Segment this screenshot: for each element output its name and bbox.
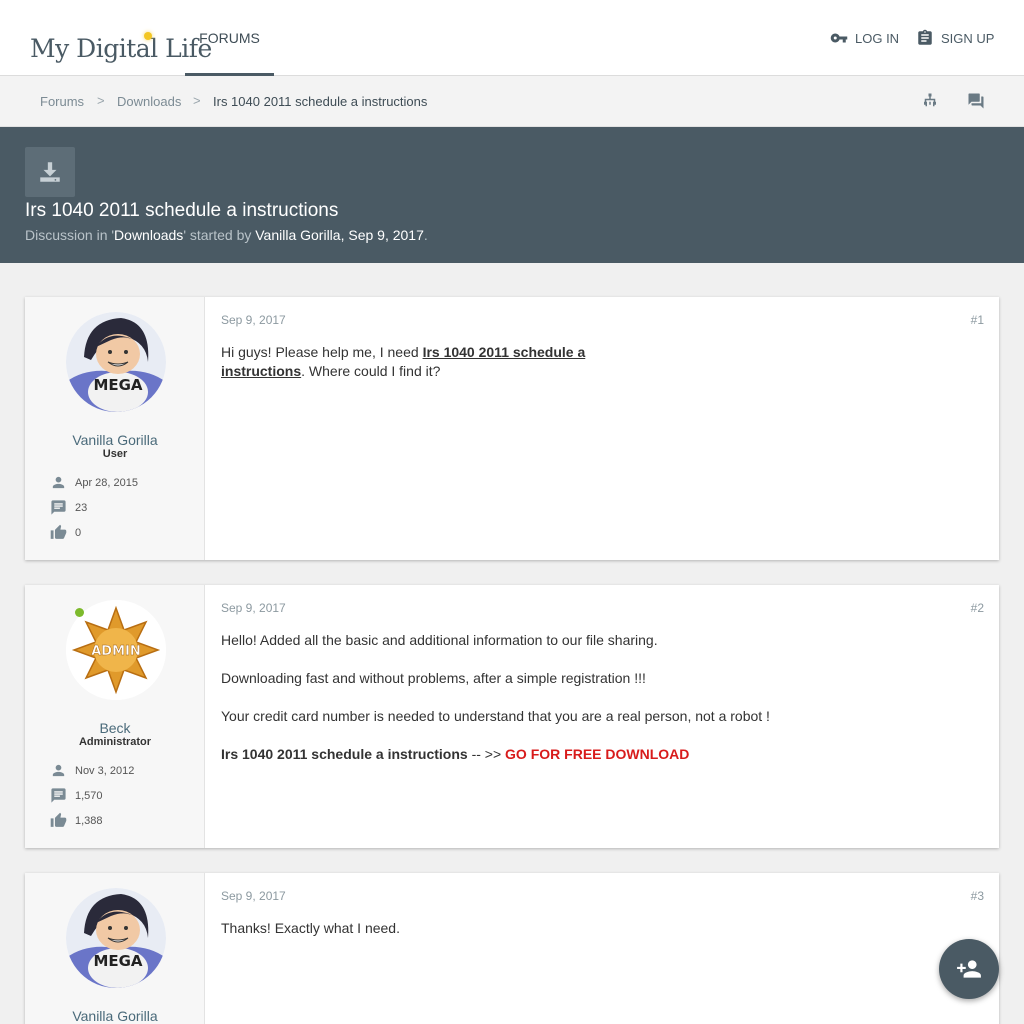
message-count: 23: [75, 501, 88, 514]
thread-header: Irs 1040 2011 schedule a instructions Di…: [0, 127, 1024, 263]
site-header: My Digital Life FORUMS LOG IN SIGN UP: [0, 0, 1024, 76]
post-user-panel: ADMIN Beck Administrator Nov 3, 2012 1,5…: [25, 585, 205, 848]
thumbs-up-icon: [50, 812, 67, 827]
stat-joined: Apr 28, 2015: [50, 474, 138, 491]
breadcrumb-downloads[interactable]: Downloads: [117, 94, 181, 109]
breadcrumb-current[interactable]: Irs 1040 2011 schedule a instructions: [213, 94, 427, 109]
like-count: 0: [75, 526, 82, 539]
chevron-right-icon: >: [193, 93, 201, 108]
meta-author-link[interactable]: Vanilla Gorilla: [255, 227, 340, 243]
post-body: Sep 9, 2017 #1 Hi guys! Please help me, …: [205, 297, 999, 560]
tab-forums[interactable]: FORUMS: [185, 0, 274, 76]
like-count: 1,388: [75, 814, 103, 827]
chat-icon[interactable]: [967, 92, 985, 110]
svg-text:MEGA: MEGA: [93, 376, 142, 394]
breadcrumb-forums[interactable]: Forums: [40, 94, 84, 109]
person-icon: [52, 476, 65, 489]
meta-date: , Sep 9, 2017: [340, 227, 424, 243]
download-icon: [40, 162, 60, 182]
stat-joined: Nov 3, 2012: [50, 762, 134, 779]
message-count: 1,570: [75, 789, 103, 802]
post-number[interactable]: #3: [971, 889, 984, 903]
breadcrumb: Forums > Downloads > Irs 1040 2011 sched…: [0, 76, 1024, 127]
thread-title: Irs 1040 2011 schedule a instructions: [25, 200, 339, 221]
admin-badge-text: ADMIN: [91, 644, 141, 659]
joined-date: Nov 3, 2012: [75, 764, 135, 777]
post-user-panel: MEGA Vanilla Gorilla User Apr 28, 2015 2…: [25, 297, 205, 560]
post-message: Hello! Added all the basic and additiona…: [221, 631, 921, 783]
user-avatar-image: MEGA: [66, 312, 166, 412]
meta-text: Discussion in ': [25, 227, 115, 243]
joined-date: Apr 28, 2015: [75, 476, 138, 489]
thumbs-up-icon: [50, 524, 67, 539]
post-user-panel: MEGA Vanilla Gorilla: [25, 873, 205, 1024]
username[interactable]: Beck: [25, 720, 205, 736]
online-status-dot: [75, 608, 84, 617]
user-title: Administrator: [78, 736, 152, 748]
post-body: Sep 9, 2017 #3 Thanks! Exactly what I ne…: [205, 873, 999, 1024]
stat-likes: 0: [50, 524, 81, 541]
message-icon: [51, 500, 66, 515]
avatar[interactable]: MEGA: [66, 312, 166, 412]
person-icon: [52, 764, 65, 777]
message-text: Hi guys! Please help me, I need: [221, 344, 423, 360]
signup-label: SIGN UP: [941, 30, 995, 46]
key-icon: [830, 33, 848, 43]
login-label: LOG IN: [855, 30, 900, 46]
avatar[interactable]: MEGA: [66, 888, 166, 988]
message-paragraph: Hello! Added all the basic and additiona…: [221, 632, 658, 648]
post-date[interactable]: Sep 9, 2017: [221, 889, 286, 903]
svg-text:MEGA: MEGA: [93, 952, 142, 970]
sitemap-icon[interactable]: [921, 92, 939, 110]
user-title: User: [102, 448, 128, 460]
register-fab-button[interactable]: [939, 939, 999, 999]
post-date[interactable]: Sep 9, 2017: [221, 313, 286, 327]
download-link[interactable]: GO FOR FREE DOWNLOAD: [505, 746, 689, 762]
post-body: Sep 9, 2017 #2 Hello! Added all the basi…: [205, 585, 999, 848]
stat-messages: 1,570: [50, 787, 103, 804]
meta-forum-link[interactable]: Downloads: [114, 227, 183, 243]
post-message: Thanks! Exactly what I need.: [221, 920, 400, 936]
stat-likes: 1,388: [50, 812, 103, 829]
post-date[interactable]: Sep 9, 2017: [221, 601, 286, 615]
message-icon: [51, 788, 66, 803]
post-number[interactable]: #1: [971, 313, 984, 327]
meta-text: ' started by: [183, 227, 256, 243]
thread-badge: [25, 147, 75, 197]
login-button[interactable]: LOG IN: [830, 29, 899, 47]
post-message: Hi guys! Please help me, I need Irs 1040…: [221, 343, 611, 381]
post-2: ADMIN Beck Administrator Nov 3, 2012 1,5…: [25, 585, 999, 848]
signup-button[interactable]: SIGN UP: [916, 29, 994, 47]
thread-meta: Discussion in 'Downloads' started by Van…: [25, 227, 428, 243]
message-text: . Where could I find it?: [301, 363, 441, 379]
chevron-right-icon: >: [97, 93, 105, 108]
post-1: MEGA Vanilla Gorilla User Apr 28, 2015 2…: [25, 297, 999, 560]
post-3: MEGA Vanilla Gorilla Sep 9, 2017 #3 Than…: [25, 873, 999, 1024]
meta-text: .: [423, 227, 428, 243]
download-line: Irs 1040 2011 schedule a instructions --…: [221, 745, 921, 764]
bold-title: Irs 1040 2011 schedule a instructions: [221, 746, 468, 762]
message-paragraph: Downloading fast and without problems, a…: [221, 670, 646, 686]
add-user-icon: [957, 960, 981, 978]
clipboard-icon: [918, 29, 932, 45]
message-paragraph: Your credit card number is needed to und…: [221, 708, 770, 724]
logo-bulb-icon: [144, 32, 152, 40]
user-avatar-image: MEGA: [66, 888, 166, 988]
username[interactable]: Vanilla Gorilla: [25, 432, 205, 448]
username[interactable]: Vanilla Gorilla: [25, 1008, 205, 1024]
stat-messages: 23: [50, 499, 87, 516]
post-number[interactable]: #2: [971, 601, 984, 615]
arrow-text: -- >>: [467, 746, 506, 762]
